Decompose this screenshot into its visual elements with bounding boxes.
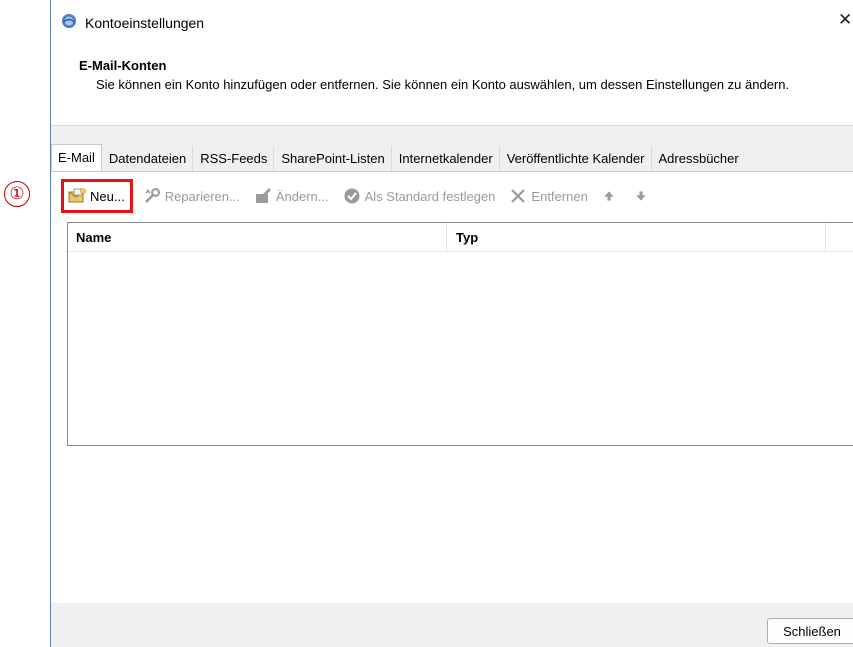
arrow-down-icon	[636, 191, 646, 201]
column-header-name[interactable]: Name	[76, 230, 111, 245]
column-header-type[interactable]: Typ	[456, 230, 478, 245]
check-circle-icon	[344, 188, 360, 204]
set-default-button[interactable]: Als Standard festlegen	[339, 183, 500, 209]
change-icon	[255, 188, 271, 203]
change-label: Ändern...	[275, 188, 329, 204]
new-account-label: Neu...	[90, 188, 125, 204]
header-panel: E-Mail-Konten Sie können ein Konto hinzu…	[51, 48, 853, 126]
repair-label: Reparieren...	[164, 188, 240, 204]
move-up-button[interactable]	[598, 183, 624, 209]
repair-button[interactable]: Reparieren...	[139, 183, 244, 209]
title-bar: Kontoeinstellungen ✕	[51, 0, 853, 48]
account-list[interactable]: Name Typ	[67, 222, 853, 446]
remove-label: Entfernen	[531, 188, 588, 204]
set-default-label: Als Standard festlegen	[364, 188, 496, 204]
change-button[interactable]: Ändern...	[250, 183, 333, 209]
column-divider[interactable]	[825, 223, 826, 251]
arrow-up-icon	[604, 191, 614, 201]
repair-icon	[144, 188, 160, 203]
tab-internet-calendars[interactable]: Internetkalender	[392, 146, 500, 171]
tab-sharepoint-lists[interactable]: SharePoint-Listen	[274, 146, 392, 171]
window-title: Kontoeinstellungen	[85, 15, 205, 31]
tab-address-books[interactable]: Adressbücher	[652, 146, 746, 171]
tab-rss-feeds[interactable]: RSS-Feeds	[193, 146, 275, 171]
close-window-button[interactable]: ✕	[838, 10, 853, 34]
new-account-icon	[68, 188, 86, 203]
close-button[interactable]: Schließen	[767, 618, 853, 644]
new-account-button[interactable]: Neu...	[61, 179, 133, 213]
remove-button[interactable]: Entfernen	[505, 183, 591, 209]
move-down-button[interactable]	[630, 183, 656, 209]
email-tab-panel: Neu... Reparieren... Ändern... Als Stand…	[51, 171, 853, 603]
column-divider[interactable]	[446, 223, 447, 251]
outlook-app-icon	[62, 14, 76, 28]
remove-x-icon	[511, 189, 526, 203]
step-marker-1: ①	[4, 181, 30, 207]
list-header: Name Typ	[68, 223, 853, 252]
tab-strip: E-Mail Datendateien RSS-Feeds SharePoint…	[51, 144, 853, 171]
tab-published-calendars[interactable]: Veröffentlichte Kalender	[500, 146, 652, 171]
account-settings-window: Kontoeinstellungen ✕ E-Mail-Konten Sie k…	[50, 0, 853, 647]
section-title: E-Mail-Konten	[79, 58, 167, 73]
tab-email[interactable]: E-Mail	[51, 144, 102, 171]
account-toolbar: Neu... Reparieren... Ändern... Als Stand…	[61, 179, 662, 213]
section-description: Sie können ein Konto hinzufügen oder ent…	[96, 77, 790, 92]
tab-data-files[interactable]: Datendateien	[102, 146, 194, 171]
